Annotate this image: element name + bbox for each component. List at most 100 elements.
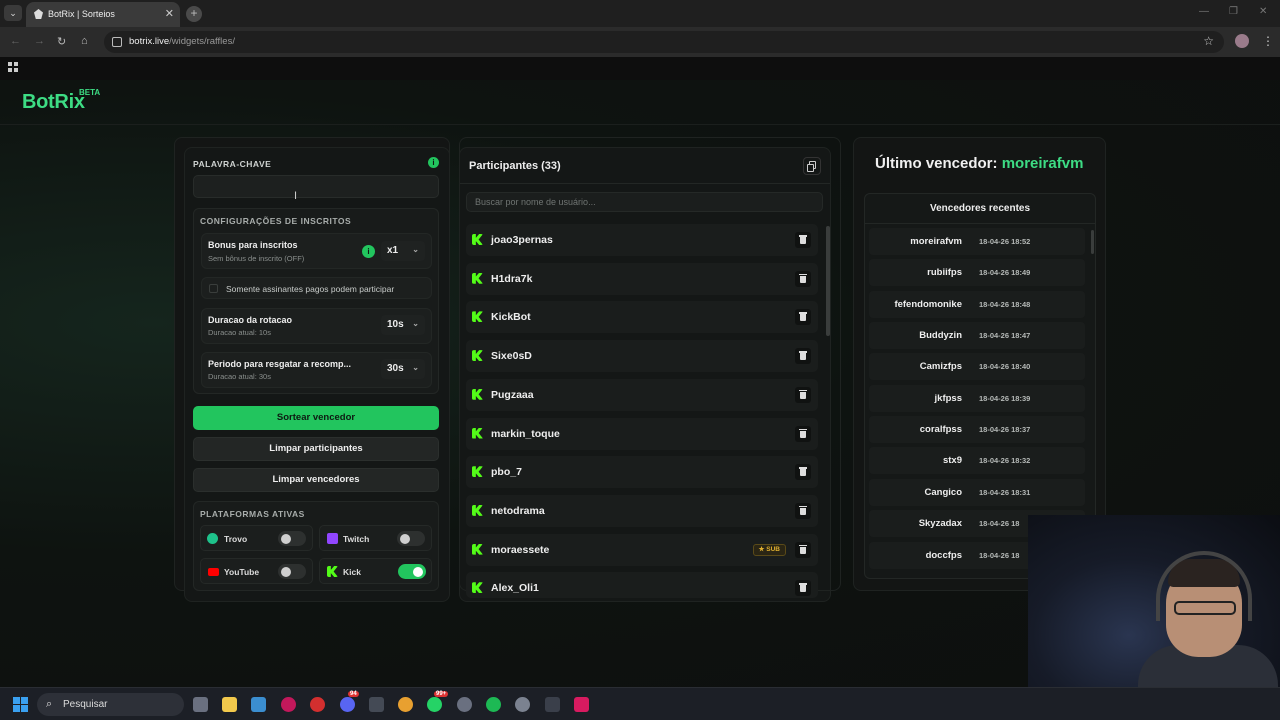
participant-row[interactable]: markin_toque (466, 417, 818, 450)
bookmarks-bar (0, 57, 1280, 80)
claim-period-title: Periodo para resgatar a recomp... (208, 359, 352, 369)
trash-icon[interactable] (795, 464, 811, 481)
participant-row[interactable]: netodrama (466, 494, 818, 527)
trash-icon[interactable] (795, 502, 811, 519)
chrome-icon[interactable] (398, 697, 413, 712)
trash-icon[interactable] (795, 425, 811, 442)
minimize-icon[interactable]: — (1199, 6, 1209, 17)
participant-name: joao3pernas (491, 234, 553, 246)
reload-icon[interactable]: ↻ (57, 35, 66, 48)
trash-icon[interactable] (795, 348, 811, 365)
participants-scrollbar[interactable] (826, 226, 830, 336)
twitch-icon (327, 533, 338, 544)
participant-row[interactable]: joao3pernas (466, 224, 818, 256)
divider (460, 183, 830, 184)
winner-name: jkfpss (934, 392, 962, 404)
winner-date: 18-04-26 18:40 (979, 362, 1031, 372)
participant-row[interactable]: KickBot (466, 301, 818, 334)
maximize-icon[interactable]: ❐ (1229, 6, 1238, 17)
forward-icon[interactable]: → (34, 35, 45, 47)
kick-icon (472, 388, 483, 400)
trash-icon[interactable] (795, 541, 811, 558)
clear-winners-button[interactable]: Limpar vencedores (193, 468, 439, 492)
apps-grid-icon[interactable] (8, 62, 19, 73)
winner-date: 18-04-26 18 (979, 519, 1020, 529)
trash-icon[interactable] (795, 270, 811, 287)
botrix-logo[interactable]: BotRix (22, 91, 85, 114)
participant-row[interactable]: H1dra7k (466, 262, 818, 295)
trash-icon[interactable] (795, 580, 811, 597)
winner-date: 18-04-26 18:32 (979, 456, 1031, 466)
participant-row[interactable]: Alex_Oli1 (466, 572, 818, 599)
trovo-toggle[interactable] (278, 531, 306, 546)
winner-row: Cangico 18-04-26 18:31 (869, 478, 1085, 506)
obs-icon[interactable] (545, 697, 560, 712)
claim-period-dropdown[interactable]: 30s ⌄ (381, 359, 425, 379)
keyword-info-icon[interactable]: i (428, 157, 439, 168)
file-explorer-icon[interactable] (222, 697, 237, 712)
opera-gx-icon[interactable] (281, 697, 296, 712)
task-view-icon[interactable] (193, 697, 208, 712)
site-info-icon[interactable] (112, 37, 122, 47)
tab-close-icon[interactable]: ✕ (165, 7, 174, 20)
app-icon[interactable] (574, 697, 589, 712)
participant-row[interactable]: pbo_7 (466, 456, 818, 489)
platform-name: Trovo (224, 534, 248, 544)
settings-gear-icon[interactable] (515, 697, 530, 712)
chevron-down-icon: ⌄ (412, 245, 419, 254)
paid-only-checkbox[interactable] (209, 284, 218, 293)
winner-name: Camizfps (919, 361, 962, 373)
kick-toggle[interactable] (398, 564, 426, 579)
platform-name: Twitch (343, 534, 370, 544)
winner-row: fefendomonike 18-04-26 18:48 (869, 290, 1085, 318)
platform-name: Kick (343, 567, 361, 577)
taskbar-search[interactable]: ⌕ Pesquisar (37, 693, 184, 716)
paid-only-label[interactable]: Somente assinantes pagos podem participa… (226, 284, 394, 294)
bookmark-star-icon[interactable]: ☆ (1203, 34, 1214, 48)
kick-icon (472, 543, 483, 555)
xbox-icon[interactable] (369, 697, 384, 712)
rotation-dropdown[interactable]: 10s ⌄ (381, 315, 425, 335)
youtube-toggle[interactable] (278, 564, 306, 579)
spotify-icon[interactable] (486, 697, 501, 712)
whatsapp-badge: 99+ (434, 691, 449, 697)
clear-participants-button[interactable]: Limpar participantes (193, 437, 439, 461)
keyword-input[interactable] (193, 175, 439, 198)
store-icon[interactable] (251, 697, 266, 712)
url-text[interactable]: botrix.live/widgets/raffles/ (129, 36, 235, 47)
game-app-icon[interactable] (310, 697, 325, 712)
profile-avatar[interactable] (1235, 34, 1249, 48)
new-tab-icon[interactable]: + (186, 6, 202, 22)
trash-icon[interactable] (795, 232, 811, 248)
back-icon[interactable]: ← (10, 35, 21, 47)
whatsapp-icon[interactable] (427, 697, 442, 712)
participant-search-input[interactable] (466, 192, 823, 212)
winner-date: 18-04-26 18:47 (979, 331, 1031, 341)
participant-row[interactable]: moraessete ★ SUB (466, 533, 818, 566)
sub-bonus-dropdown[interactable]: x1 ⌄ (381, 241, 425, 261)
participant-row[interactable]: Sixe0sD (466, 340, 818, 373)
windows-start-icon[interactable] (13, 697, 29, 713)
address-bar[interactable]: botrix.live/widgets/raffles/ ☆ (104, 31, 1224, 53)
tab-search-icon[interactable]: ⌄ (4, 5, 22, 21)
kick-icon (472, 466, 483, 478)
window-close-icon[interactable]: ✕ (1259, 6, 1267, 17)
winner-name: Skyzadax (918, 518, 962, 530)
twitch-toggle[interactable] (397, 531, 425, 546)
discord-icon[interactable] (340, 697, 355, 712)
participant-row[interactable]: Pugzaaa (466, 378, 818, 411)
winner-name: moreirafvm (910, 236, 962, 247)
chevron-down-icon: ⌄ (412, 319, 419, 328)
browser-tab[interactable]: BotRix | Sorteios ✕ (26, 2, 180, 27)
winners-scrollbar[interactable] (1091, 230, 1094, 254)
kick-icon (472, 427, 483, 439)
sub-bonus-info-icon[interactable]: i (362, 245, 375, 258)
copy-icon[interactable] (803, 157, 821, 175)
draw-winner-button[interactable]: Sortear vencedor (193, 406, 439, 430)
trash-icon[interactable] (795, 309, 811, 326)
home-icon[interactable]: ⌂ (81, 35, 88, 47)
browser-menu-icon[interactable]: ⋮ (1262, 34, 1274, 48)
winner-name: Cangico (924, 486, 962, 498)
trash-icon[interactable] (795, 386, 811, 403)
clock-app-icon[interactable] (457, 697, 472, 712)
